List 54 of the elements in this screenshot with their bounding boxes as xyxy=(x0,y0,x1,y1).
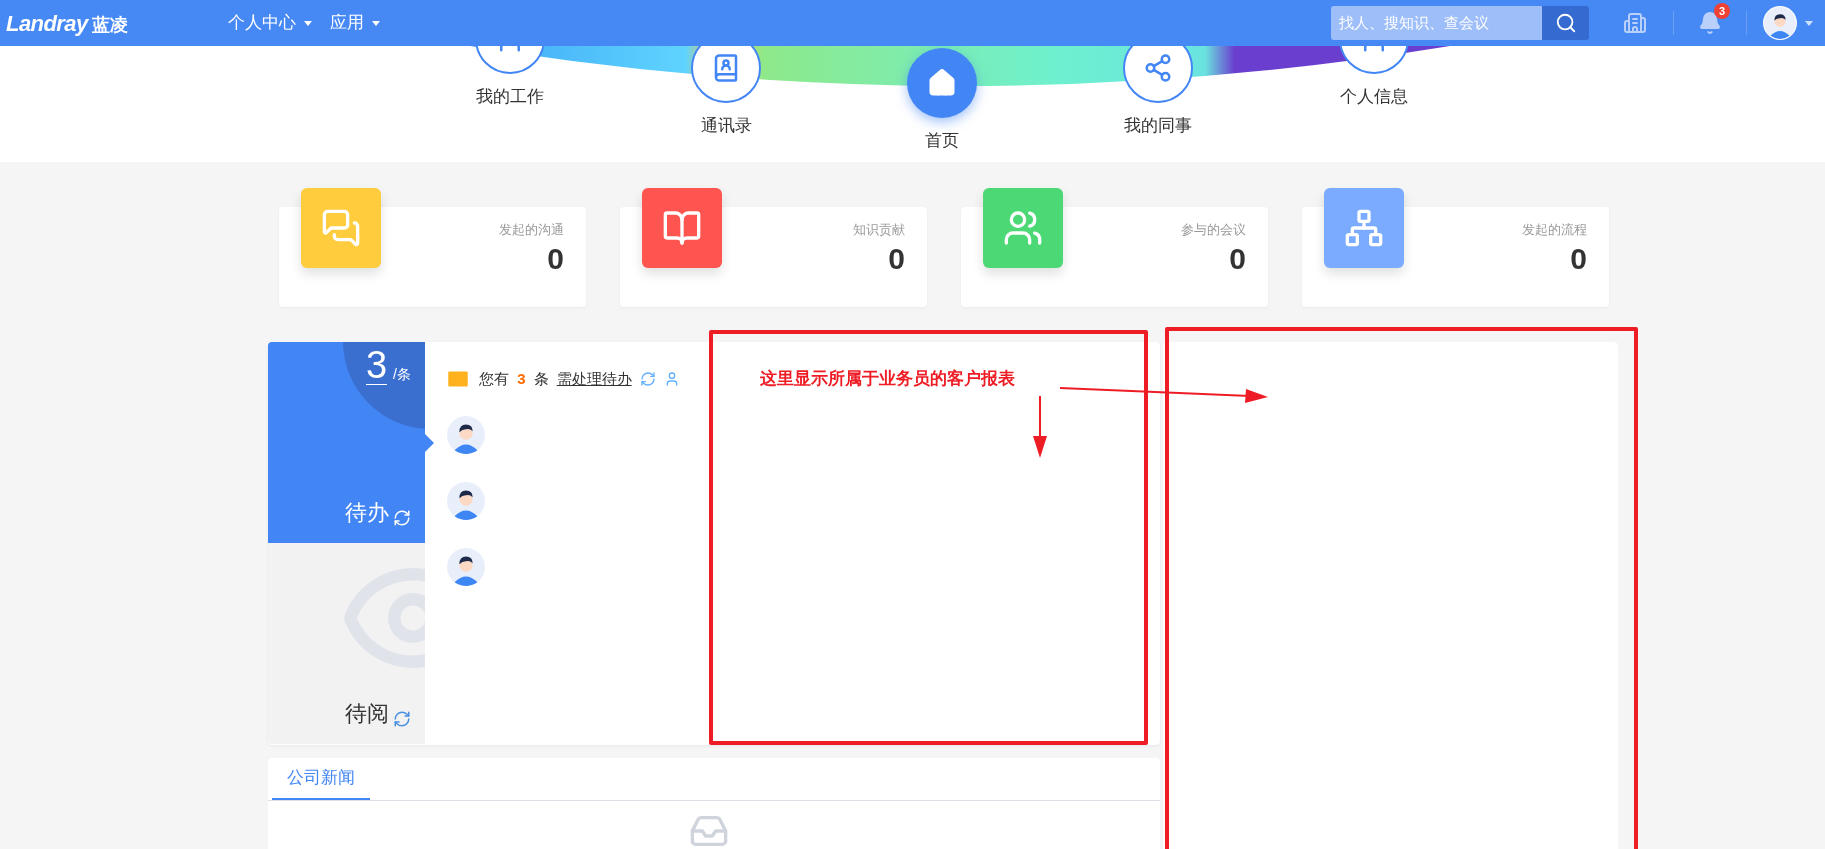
nav-label: 通讯录 xyxy=(700,115,752,137)
avatar-icon xyxy=(447,548,485,586)
todo-link[interactable]: 需处理待办 xyxy=(556,367,632,391)
annotation-text: 这里显示所属于业务员的客户报表 xyxy=(760,368,1015,390)
nav-label: 首页 xyxy=(925,130,959,152)
chat-icon xyxy=(321,208,361,248)
user-menu-button[interactable] xyxy=(1763,6,1813,40)
pointer-icon xyxy=(425,434,434,452)
share-nodes-icon xyxy=(1143,53,1173,83)
stat-label: 参与的会议 xyxy=(1181,221,1246,239)
caret-icon xyxy=(372,20,380,26)
nav-button[interactable] xyxy=(1123,46,1193,103)
stat-value: 0 xyxy=(1570,243,1587,274)
caret-icon xyxy=(304,20,312,26)
stat-value: 0 xyxy=(1229,243,1246,274)
nav-label: 我的同事 xyxy=(1124,115,1192,137)
todo-summary: 您有 3 条 xyxy=(479,368,549,389)
nav-label: 我的工作 xyxy=(476,86,544,108)
todo-tab[interactable]: 待阅 xyxy=(268,543,425,744)
logo-text: 蓝凌 xyxy=(91,13,128,37)
stat-value: 0 xyxy=(888,243,905,274)
home-icon xyxy=(927,68,957,98)
todo-tab-label: 待阅 xyxy=(345,700,389,728)
todo-count: 3 xyxy=(365,346,388,385)
logo[interactable]: Landray xyxy=(6,6,88,40)
refresh-icon xyxy=(393,710,411,728)
nav-button[interactable] xyxy=(691,46,761,103)
avatar-icon xyxy=(447,482,485,520)
menu-button[interactable]: 个人中心 xyxy=(228,10,312,36)
todo-item[interactable] xyxy=(447,416,485,454)
menu-button[interactable]: 应用 xyxy=(330,10,380,36)
todo-item[interactable] xyxy=(447,548,485,586)
refresh-icon xyxy=(393,509,411,527)
nav-label: 个人信息 xyxy=(1340,86,1408,108)
todo-tab-label: 待办 xyxy=(345,499,389,527)
stat-label: 发起的沟通 xyxy=(499,221,564,239)
stat-label: 发起的流程 xyxy=(1522,221,1587,239)
caret-icon xyxy=(1805,20,1813,26)
annotation-arrow xyxy=(1032,396,1048,458)
hierarchy-icon xyxy=(1344,208,1384,248)
stat-label: 知识贡献 xyxy=(853,221,905,239)
todo-item[interactable] xyxy=(447,482,485,520)
people-icon xyxy=(1003,208,1043,248)
stat-value: 0 xyxy=(547,243,564,274)
todo-count-unit: /条 xyxy=(393,365,411,384)
search-field[interactable]: 找人、搜知识、查会议 xyxy=(1331,6,1542,40)
avatar-icon xyxy=(447,416,485,454)
notification-badge: 3 xyxy=(1714,3,1730,19)
building-icon xyxy=(1623,11,1647,35)
search-icon xyxy=(1554,12,1577,34)
avatar-icon xyxy=(1764,7,1796,39)
news-tab[interactable]: 公司新闻 xyxy=(272,758,370,800)
search-button[interactable] xyxy=(1542,6,1589,40)
refresh-icon xyxy=(639,371,656,387)
